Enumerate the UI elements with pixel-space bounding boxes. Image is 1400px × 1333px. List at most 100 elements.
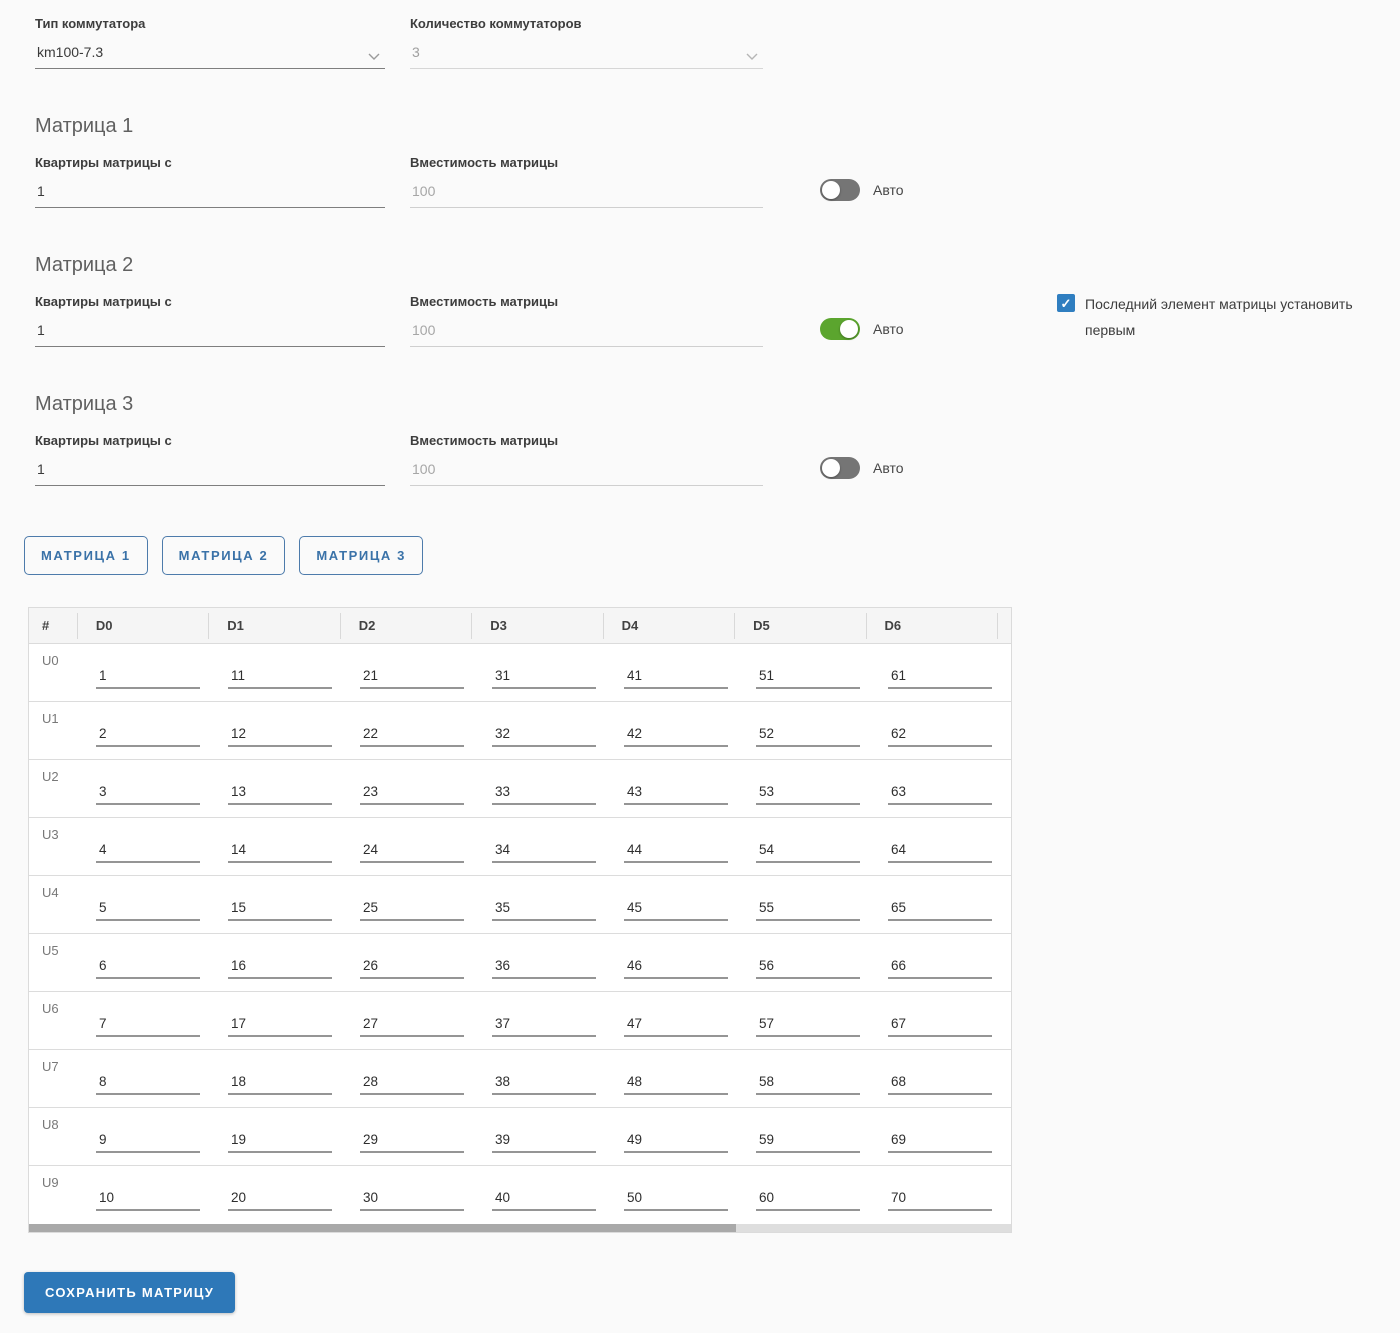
- cell-input[interactable]: [492, 1074, 596, 1095]
- cell-input[interactable]: [756, 900, 860, 921]
- cell-input[interactable]: [360, 958, 464, 979]
- cell-input[interactable]: [756, 1132, 860, 1153]
- cell-input[interactable]: [888, 1074, 992, 1095]
- cell-input[interactable]: [96, 1132, 200, 1153]
- horizontal-scrollbar[interactable]: [29, 1224, 1011, 1232]
- cell-input[interactable]: [360, 842, 464, 863]
- switch-type-select[interactable]: km100-7.3: [35, 40, 385, 69]
- cell-input[interactable]: [624, 726, 728, 747]
- auto-toggle[interactable]: [820, 457, 860, 479]
- auto-toggle[interactable]: [820, 318, 860, 340]
- cell-input[interactable]: [96, 726, 200, 747]
- capacity-input[interactable]: [412, 461, 739, 477]
- cell-input[interactable]: [360, 1190, 464, 1211]
- cell-input[interactable]: [756, 842, 860, 863]
- cell-input[interactable]: [492, 1132, 596, 1153]
- tab-matrix-2[interactable]: МАТРИЦА 2: [161, 536, 286, 575]
- cell-input[interactable]: [624, 1016, 728, 1037]
- cell-input[interactable]: [624, 1190, 728, 1211]
- apartments-input[interactable]: [37, 322, 361, 338]
- cell-input[interactable]: [360, 726, 464, 747]
- cell-input[interactable]: [888, 1016, 992, 1037]
- matrix-tabs: МАТРИЦА 1 МАТРИЦА 2 МАТРИЦА 3: [24, 536, 1400, 575]
- cell-input[interactable]: [756, 668, 860, 689]
- cell-input[interactable]: [492, 1190, 596, 1211]
- switch-count-value: 3: [412, 44, 420, 60]
- cell-input[interactable]: [888, 1190, 992, 1211]
- cell-input[interactable]: [228, 668, 332, 689]
- auto-toggle[interactable]: [820, 179, 860, 201]
- cell-input[interactable]: [624, 842, 728, 863]
- cell-input[interactable]: [756, 1074, 860, 1095]
- table-cell: [870, 934, 1002, 991]
- save-matrix-button[interactable]: СОХРАНИТЬ МАТРИЦУ: [24, 1272, 236, 1313]
- cell-input[interactable]: [96, 842, 200, 863]
- capacity-input[interactable]: [412, 322, 739, 338]
- cell-input[interactable]: [228, 1074, 332, 1095]
- cell-input[interactable]: [96, 900, 200, 921]
- cell-input[interactable]: [888, 958, 992, 979]
- capacity-input[interactable]: [412, 183, 739, 199]
- cell-input[interactable]: [756, 1016, 860, 1037]
- cell-input[interactable]: [492, 784, 596, 805]
- cell-input[interactable]: [756, 726, 860, 747]
- checkbox-checked-icon[interactable]: ✓: [1057, 294, 1075, 312]
- cell-input[interactable]: [888, 900, 992, 921]
- cell-input[interactable]: [228, 958, 332, 979]
- cell-input[interactable]: [360, 1016, 464, 1037]
- cell-input[interactable]: [492, 900, 596, 921]
- table-cell: [738, 1050, 870, 1107]
- cell-input[interactable]: [624, 668, 728, 689]
- cell-input[interactable]: [624, 958, 728, 979]
- cell-input[interactable]: [360, 1132, 464, 1153]
- cell-input[interactable]: [888, 726, 992, 747]
- tab-matrix-1[interactable]: МАТРИЦА 1: [24, 536, 148, 575]
- cell-input[interactable]: [888, 1132, 992, 1153]
- cell-input[interactable]: [228, 842, 332, 863]
- cell-input[interactable]: [228, 784, 332, 805]
- cell-input[interactable]: [96, 1016, 200, 1037]
- cell-input[interactable]: [96, 1190, 200, 1211]
- cell-input[interactable]: [96, 1074, 200, 1095]
- tab-matrix-3[interactable]: МАТРИЦА 3: [299, 536, 423, 575]
- table-cell: [210, 760, 342, 817]
- cell-input[interactable]: [228, 1190, 332, 1211]
- cell-input[interactable]: [228, 1016, 332, 1037]
- table-row-U5: U5: [29, 934, 1011, 992]
- cell-input[interactable]: [492, 726, 596, 747]
- cell-input[interactable]: [228, 900, 332, 921]
- cell-input[interactable]: [624, 1132, 728, 1153]
- cell-input[interactable]: [756, 958, 860, 979]
- apartments-input[interactable]: [37, 183, 361, 199]
- cell-input[interactable]: [888, 668, 992, 689]
- table-cell: [342, 876, 474, 933]
- cell-input[interactable]: [756, 784, 860, 805]
- cell-input[interactable]: [360, 668, 464, 689]
- last-element-first-checkbox-row[interactable]: ✓ Последний элемент матрицы установить п…: [1057, 291, 1369, 343]
- cell-input[interactable]: [624, 1074, 728, 1095]
- cell-input[interactable]: [492, 958, 596, 979]
- apartments-label: Квартиры матрицы с: [35, 294, 172, 309]
- column-header-D5: D5: [735, 608, 866, 643]
- cell-input[interactable]: [492, 842, 596, 863]
- cell-input[interactable]: [96, 784, 200, 805]
- cell-input[interactable]: [360, 1074, 464, 1095]
- cell-input[interactable]: [96, 668, 200, 689]
- switch-type-label: Тип коммутатора: [35, 16, 146, 31]
- capacity-field: Вместимость матрицы: [410, 155, 763, 208]
- apartments-input[interactable]: [37, 461, 361, 477]
- cell-input[interactable]: [492, 1016, 596, 1037]
- cell-input[interactable]: [624, 900, 728, 921]
- cell-input[interactable]: [888, 784, 992, 805]
- cell-input[interactable]: [492, 668, 596, 689]
- cell-input[interactable]: [360, 900, 464, 921]
- cell-input[interactable]: [228, 1132, 332, 1153]
- cell-input[interactable]: [96, 958, 200, 979]
- scrollbar-thumb[interactable]: [29, 1224, 737, 1232]
- cell-input[interactable]: [228, 726, 332, 747]
- cell-input[interactable]: [360, 784, 464, 805]
- row-label: U2: [42, 769, 59, 784]
- cell-input[interactable]: [888, 842, 992, 863]
- cell-input[interactable]: [756, 1190, 860, 1211]
- cell-input[interactable]: [624, 784, 728, 805]
